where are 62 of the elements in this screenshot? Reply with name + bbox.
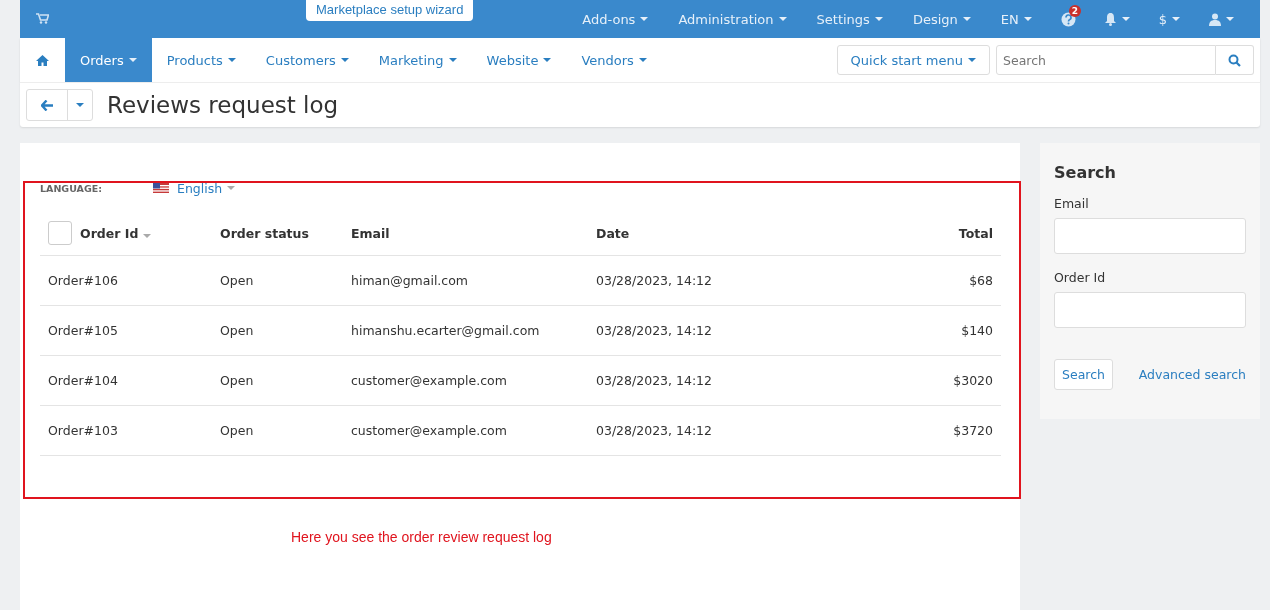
table-cell-text: customer@example.com bbox=[350, 423, 508, 438]
table-cell-text: Order#103 bbox=[47, 423, 119, 438]
caret-icon bbox=[76, 103, 84, 107]
field-label: Email bbox=[1054, 196, 1090, 211]
column-header: Email bbox=[350, 225, 391, 241]
input-field[interactable] bbox=[1054, 218, 1246, 254]
table-cell-text: Order#105 bbox=[47, 323, 119, 338]
nav-tab[interactable]: Vendors bbox=[566, 38, 662, 82]
select-all-checkbox[interactable] bbox=[48, 221, 72, 245]
input-field[interactable] bbox=[1054, 292, 1246, 328]
language-dropdown[interactable]: English bbox=[177, 180, 236, 196]
back-arrow-icon bbox=[41, 99, 53, 111]
column-header[interactable]: Order Id bbox=[80, 225, 152, 241]
table-cell-text: Open bbox=[219, 373, 255, 388]
quick-start-button[interactable]: Quick start menu bbox=[836, 45, 990, 75]
nav-tab[interactable]: Customers bbox=[250, 38, 364, 82]
table-cell-text: himan@gmail.com bbox=[350, 273, 470, 288]
nav-tab[interactable]: Orders bbox=[65, 38, 152, 82]
nav-tab[interactable]: Products bbox=[151, 38, 251, 82]
column-header: Total bbox=[957, 225, 994, 241]
table-cell-text: customer@example.com bbox=[350, 373, 508, 388]
home-icon bbox=[36, 54, 49, 66]
table-cell-text: $140 bbox=[960, 323, 994, 338]
nav-tab[interactable]: Marketing bbox=[363, 38, 472, 82]
table-cell-text: Open bbox=[219, 423, 255, 438]
field-label: Order Id bbox=[1054, 270, 1107, 285]
table-cell-text: $3720 bbox=[952, 423, 994, 438]
search-icon bbox=[1228, 53, 1241, 67]
table-cell-text: $68 bbox=[968, 273, 994, 288]
table-cell-text: 03/28/2023, 14:12 bbox=[595, 323, 713, 338]
table-cell-text: 03/28/2023, 14:12 bbox=[595, 423, 713, 438]
page-title: Reviews request log bbox=[107, 92, 339, 118]
top-menu-item[interactable]: EN bbox=[985, 11, 1047, 27]
user-icon[interactable] bbox=[1209, 12, 1221, 26]
column-header: Date bbox=[595, 225, 631, 241]
language-label: LANGUAGE: bbox=[40, 182, 103, 194]
top-menu-item[interactable]: Administration bbox=[663, 11, 802, 27]
nav-tab[interactable]: Website bbox=[471, 38, 567, 82]
table-cell-text: Order#106 bbox=[47, 273, 119, 288]
top-menu-item[interactable]: Settings bbox=[801, 11, 898, 27]
table-cell-text: Open bbox=[219, 323, 255, 338]
table-cell-text: 03/28/2023, 14:12 bbox=[595, 373, 713, 388]
table-cell-text: Open bbox=[219, 273, 255, 288]
search-button[interactable]: Search bbox=[1054, 359, 1113, 390]
bell-icon[interactable] bbox=[1103, 12, 1117, 26]
table-cell-text: 03/28/2023, 14:12 bbox=[595, 273, 713, 288]
search-field[interactable]: Search bbox=[996, 45, 1216, 75]
sidebar-title: Search bbox=[1054, 163, 1117, 182]
advanced-search-link[interactable]: Advanced search bbox=[1138, 367, 1246, 382]
notification-badge: 2 bbox=[1068, 4, 1081, 17]
top-menu-item[interactable]: Add-ons bbox=[567, 11, 664, 27]
top-menu-item[interactable]: Design bbox=[897, 11, 986, 27]
cart-icon[interactable] bbox=[36, 12, 49, 24]
table-cell-text: Order#104 bbox=[47, 373, 119, 388]
annotation-text: Here you see the order review request log bbox=[291, 529, 553, 545]
column-header: Order status bbox=[219, 225, 310, 241]
top-menu-item[interactable]: $ bbox=[1143, 11, 1195, 27]
wizard-tab[interactable]: Marketplace setup wizard bbox=[306, 0, 474, 21]
flag-icon bbox=[153, 183, 169, 193]
search-button[interactable] bbox=[1216, 45, 1254, 75]
table-cell-text: $3020 bbox=[952, 373, 994, 388]
table-cell-text: himanshu.ecarter@gmail.com bbox=[350, 323, 541, 338]
